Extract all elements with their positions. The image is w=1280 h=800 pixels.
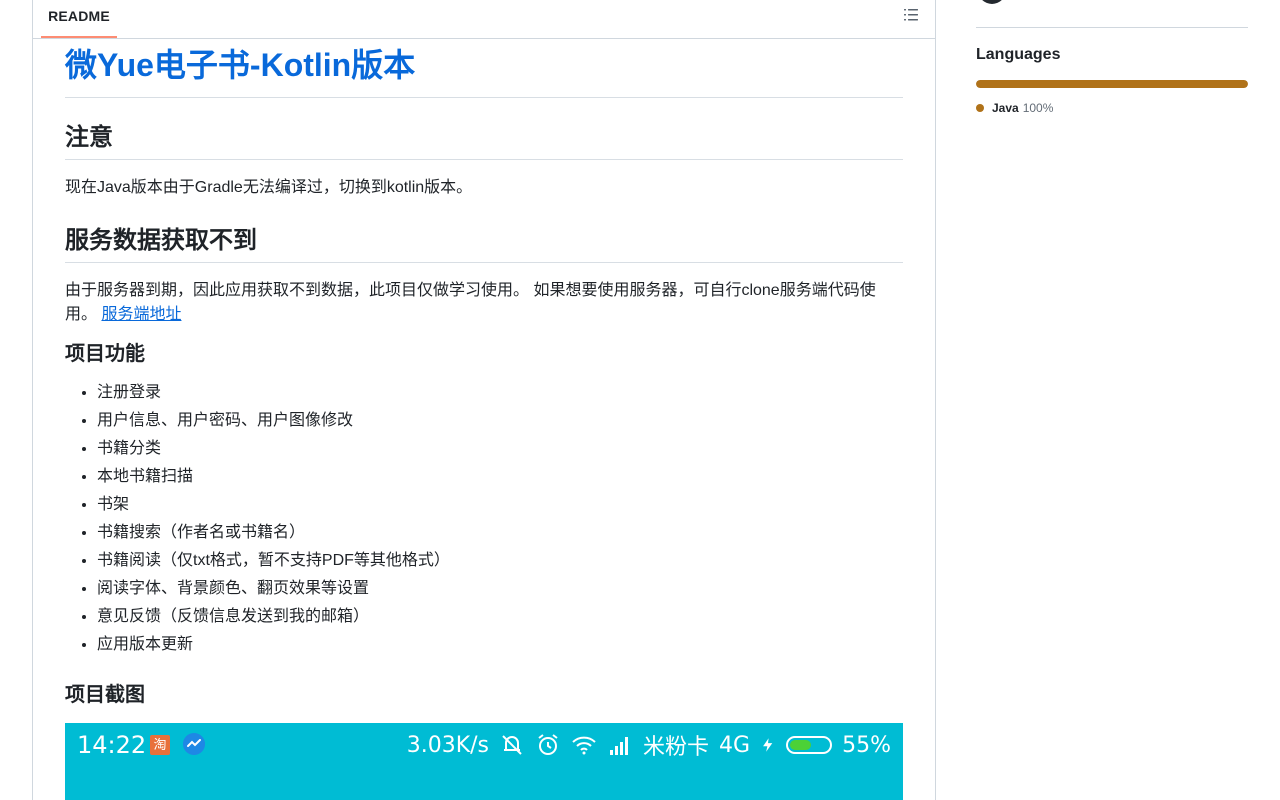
- app-screenshot-image: 14:22 淘 3.03K/s 米粉卡 4G 55%: [65, 723, 903, 800]
- statusbar-right: 3.03K/s 米粉卡 4G 55%: [406, 731, 891, 761]
- sidebar-divider: [976, 27, 1248, 28]
- list-item: 用户信息、用户密码、用户图像修改: [97, 409, 903, 433]
- avatar[interactable]: [978, 0, 1006, 4]
- language-name: Java: [992, 101, 1019, 115]
- list-item: 书籍搜索（作者名或书籍名）: [97, 521, 903, 545]
- features-heading: 项目功能: [65, 343, 145, 365]
- statusbar-time: 14:22: [77, 731, 147, 759]
- taobao-icon: 淘: [150, 735, 170, 755]
- list-item: 应用版本更新: [97, 633, 903, 657]
- signal-icon: [610, 737, 629, 755]
- notice-heading: 注意: [65, 124, 113, 151]
- feishu-icon: [183, 733, 205, 755]
- list-item: 意见反馈（反馈信息发送到我的邮箱）: [97, 605, 903, 629]
- list-unordered-icon[interactable]: [903, 7, 919, 23]
- statusbar-speed: 3.03K/s: [406, 732, 490, 758]
- readme-container: README 微Yue电子书-Kotlin版本 注意 现在Java版本由于Gra…: [32, 0, 936, 800]
- list-item: 本地书籍扫描: [97, 465, 903, 489]
- alarm-clock-icon: [538, 734, 558, 755]
- readme-page: README 微Yue电子书-Kotlin版本 注意 现在Java版本由于Gra…: [0, 0, 1280, 800]
- readme-tab[interactable]: README: [41, 1, 117, 38]
- server-text: 由于服务器到期，因此应用获取不到数据，此项目仅做学习使用。 如果想要使用服务器，…: [65, 279, 903, 327]
- battery-icon: [786, 736, 833, 754]
- server-divider: [65, 262, 903, 263]
- wifi-icon: [572, 736, 596, 755]
- title-divider: [65, 97, 903, 98]
- languages-bar: [976, 80, 1248, 88]
- screenshots-heading: 项目截图: [65, 684, 145, 706]
- statusbar-carrier: 米粉卡: [643, 735, 710, 760]
- charging-icon: [763, 738, 773, 752]
- features-list: 注册登录 用户信息、用户密码、用户图像修改 书籍分类 本地书籍扫描 书架 书籍搜…: [65, 381, 903, 661]
- statusbar-battery: 55%: [842, 732, 891, 758]
- language-item-java[interactable]: Java 100%: [976, 99, 1053, 117]
- language-bar-segment-java[interactable]: [976, 80, 1248, 88]
- readme-header: README: [33, 1, 935, 39]
- list-item: 书籍分类: [97, 437, 903, 461]
- list-item: 书架: [97, 493, 903, 517]
- statusbar-network: 4G: [719, 732, 751, 758]
- list-item: 阅读字体、背景颜色、翻页效果等设置: [97, 577, 903, 601]
- server-text-body: 由于服务器到期，因此应用获取不到数据，此项目仅做学习使用。 如果想要使用服务器，…: [65, 282, 876, 323]
- battery-level: [790, 740, 812, 750]
- language-color-dot: [976, 104, 984, 112]
- notice-text: 现在Java版本由于Gradle无法编译过，切换到kotlin版本。: [65, 179, 473, 196]
- list-item: 注册登录: [97, 381, 903, 405]
- list-item: 书籍阅读（仅txt格式，暂不支持PDF等其他格式）: [97, 549, 903, 573]
- server-heading: 服务数据获取不到: [65, 227, 257, 254]
- server-address-link[interactable]: 服务端地址: [101, 306, 181, 323]
- languages-heading: Languages: [976, 46, 1061, 63]
- mute-bell-icon: [502, 735, 522, 755]
- notice-divider: [65, 159, 903, 160]
- readme-title: 微Yue电子书-Kotlin版本: [65, 47, 416, 83]
- language-percent: 100%: [1022, 101, 1054, 115]
